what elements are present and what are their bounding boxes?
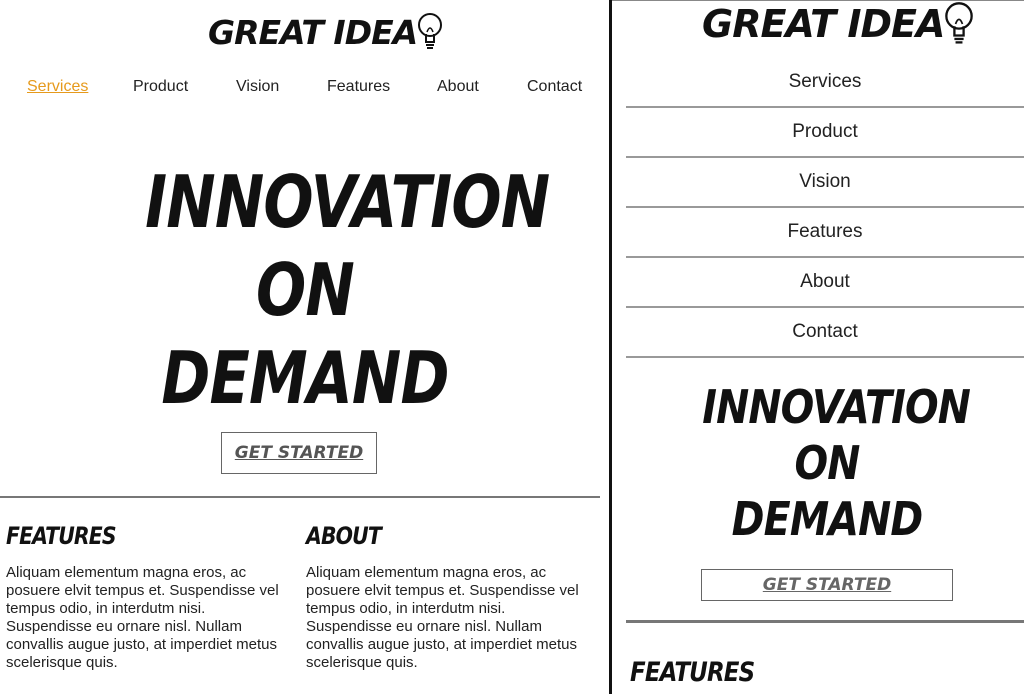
nav-item-services[interactable]: Services — [27, 78, 88, 96]
mobile-nav-item-contact[interactable]: Contact — [626, 308, 1024, 358]
desktop-nav: Services Product Vision Features About C… — [0, 78, 600, 100]
mobile-nav-item-vision[interactable]: Vision — [626, 158, 1024, 208]
site-logo-mobile[interactable]: GREAT IDEA — [702, 1, 974, 47]
hero-line-1: INNOVATION — [145, 160, 550, 244]
hero-heading: INNOVATION ON DEMAND — [145, 158, 550, 422]
nav-item-about[interactable]: About — [437, 78, 479, 96]
lightbulb-icon — [944, 1, 974, 47]
nav-item-features[interactable]: Features — [327, 78, 390, 96]
nav-item-product[interactable]: Product — [133, 78, 188, 96]
nav-item-contact[interactable]: Contact — [527, 78, 582, 96]
mobile-view: GREAT IDEA Services Product Vision Featu… — [612, 0, 1024, 694]
site-logo[interactable]: GREAT IDEA — [208, 12, 443, 52]
logo-text-mobile: GREAT IDEA — [702, 2, 945, 46]
hero-line-3: DEMAND — [161, 336, 449, 420]
about-body: Aliquam elementum magna eros, ac posuere… — [306, 564, 579, 671]
get-started-button-mobile[interactable]: GET STARTED — [701, 569, 953, 601]
get-started-button[interactable]: GET STARTED — [221, 432, 377, 474]
features-body: Aliquam elementum magna eros, ac posuere… — [6, 564, 279, 671]
hero-heading-mobile: INNOVATION ON DEMAND — [702, 379, 971, 547]
lightbulb-icon — [417, 12, 443, 52]
mobile-nav: Services Product Vision Features About C… — [626, 58, 1024, 358]
hero-line-2: ON — [794, 436, 860, 490]
hero-line-1: INNOVATION — [702, 380, 971, 434]
mobile-nav-item-services[interactable]: Services — [626, 58, 1024, 108]
desktop-view: GREAT IDEA Services Product Vision Featu… — [0, 0, 610, 694]
mobile-nav-item-product[interactable]: Product — [626, 108, 1024, 158]
hero-line-2: ON — [256, 248, 355, 332]
features-section: FEATURES Aliquam elementum magna eros, a… — [6, 522, 286, 672]
about-title: ABOUT — [306, 522, 382, 550]
features-title: FEATURES — [6, 522, 117, 550]
section-divider-mobile — [626, 620, 1024, 623]
section-divider — [0, 496, 600, 498]
logo-text: GREAT IDEA — [208, 12, 418, 52]
hero-line-3: DEMAND — [731, 492, 923, 546]
about-section: ABOUT Aliquam elementum magna eros, ac p… — [306, 522, 586, 672]
nav-item-vision[interactable]: Vision — [236, 78, 279, 96]
mobile-nav-item-features[interactable]: Features — [626, 208, 1024, 258]
mobile-nav-item-about[interactable]: About — [626, 258, 1024, 308]
features-title-mobile: FEATURES — [630, 657, 755, 688]
